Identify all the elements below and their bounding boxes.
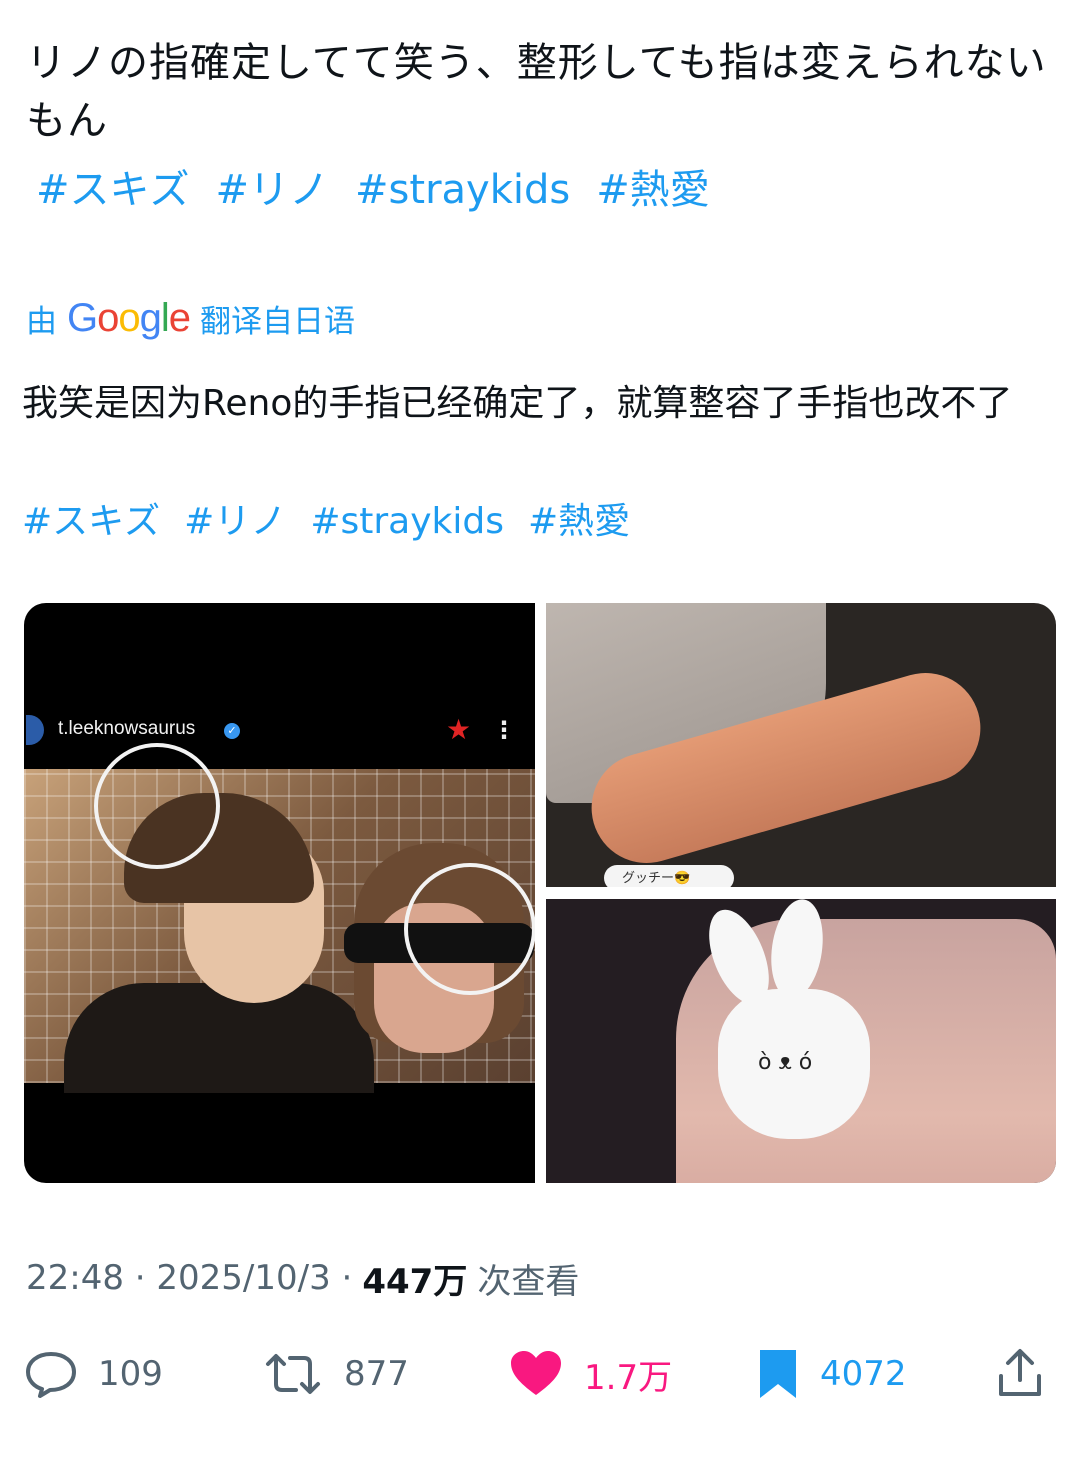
hashtag-link[interactable]: #リノ [216, 160, 330, 220]
heart-icon [508, 1349, 564, 1399]
person-body [64, 983, 374, 1093]
bookmark-count: 4072 [820, 1354, 907, 1394]
like-count: 1.7万 [584, 1357, 673, 1398]
hashtag-link[interactable]: #スキズ [36, 160, 190, 220]
translated-hashtag-list: #スキズ #リノ #straykids #熱愛 [22, 494, 630, 550]
star-icon: ★ [446, 713, 472, 746]
like-button[interactable]: 1.7万 [508, 1344, 672, 1404]
bookmark-icon [756, 1348, 800, 1400]
views-count: 447万 [362, 1261, 468, 1302]
more-vertical-icon: ⋮ [492, 716, 516, 744]
name-chip: グッチー😎 [604, 865, 734, 887]
retweet-button[interactable]: 877 [262, 1344, 409, 1404]
instagram-username: t.leeknowsaurus [58, 718, 196, 739]
action-bar: 109 877 1.7万 4072 [0, 1344, 1080, 1404]
media-image-1[interactable]: t.leeknowsaurus ✓ ★ ⋮ [24, 603, 535, 1183]
hashtag-link[interactable]: #straykids [310, 494, 504, 550]
translation-prefix: 由 [26, 303, 57, 340]
media-image-2[interactable]: グッチー😎 [546, 603, 1056, 887]
google-logo: Google [67, 295, 191, 340]
bookmark-button[interactable]: 4072 [756, 1344, 907, 1404]
retweet-icon [262, 1350, 324, 1398]
translation-attribution[interactable]: 由 Google 翻译自日语 [26, 290, 355, 346]
reply-icon [24, 1350, 78, 1398]
share-icon [996, 1348, 1044, 1400]
tweet-text: リノの指確定してて笑う、整形しても指は変えられないもん [26, 40, 1047, 144]
hashtag-link[interactable]: #熱愛 [596, 160, 710, 220]
views-label: 次查看 [477, 1261, 580, 1302]
retweet-count: 877 [344, 1354, 409, 1394]
rabbit-face-icon: ò ᴥ ó [758, 1050, 813, 1075]
reply-button[interactable]: 109 [24, 1344, 163, 1404]
translation-suffix: 翻译自日语 [200, 303, 356, 340]
translated-text: 我笑是因为Reno的手指已经确定了，就算整容了手指也改不了 [22, 383, 1013, 424]
timestamp[interactable]: 22:48 · 2025/10/3 · [26, 1258, 352, 1298]
hashtag-list: #スキズ #リノ #straykids #熱愛 [36, 160, 710, 220]
reply-count: 109 [98, 1354, 163, 1394]
media-grid: t.leeknowsaurus ✓ ★ ⋮ グッチー😎 ò ᴥ ó [24, 603, 1056, 1183]
hashtag-link[interactable]: #リノ [184, 494, 286, 550]
verified-badge-icon: ✓ [224, 723, 240, 739]
tweet-meta: 22:48 · 2025/10/3 · 447万 次查看 [26, 1250, 579, 1306]
share-button[interactable] [996, 1344, 1044, 1404]
highlight-circle [94, 743, 220, 869]
hashtag-link[interactable]: #熱愛 [528, 494, 630, 550]
hashtag-link[interactable]: #straykids [355, 160, 570, 220]
highlight-circle [404, 863, 535, 995]
media-image-3[interactable]: ò ᴥ ó [546, 899, 1056, 1183]
hashtag-link[interactable]: #スキズ [22, 494, 160, 550]
